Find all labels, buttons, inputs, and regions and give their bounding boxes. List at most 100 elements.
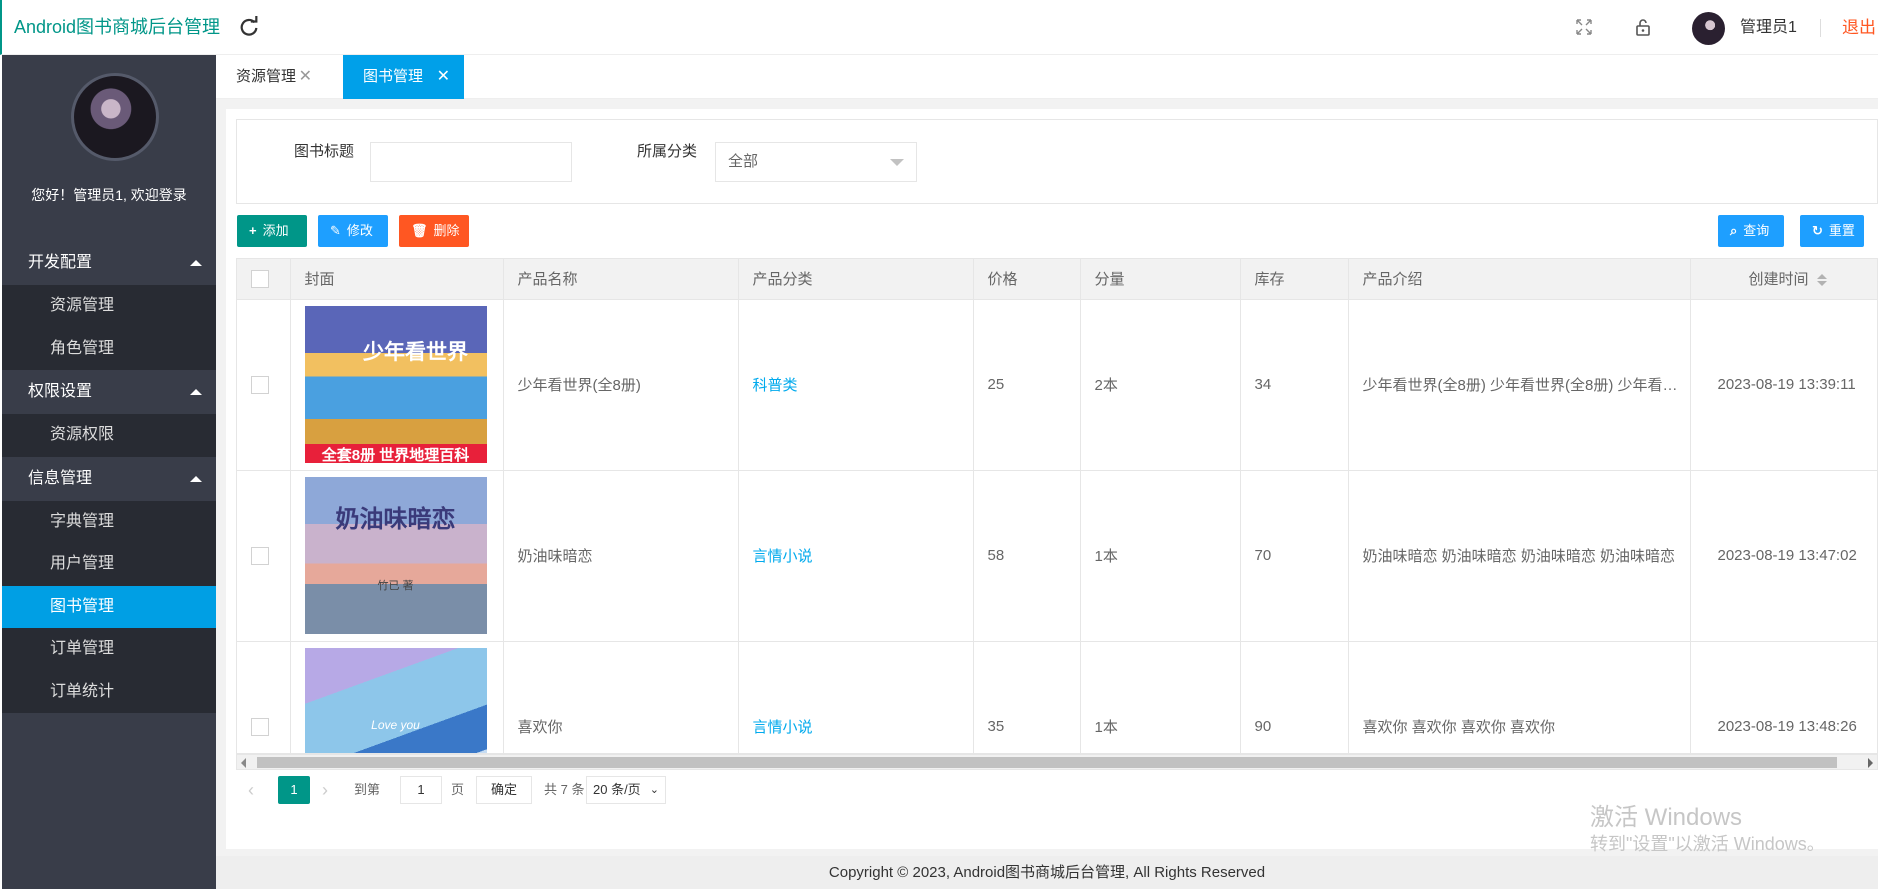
price-cell: 35 bbox=[973, 641, 1081, 753]
book-title-input[interactable] bbox=[370, 142, 572, 182]
price-cell: 58 bbox=[973, 470, 1081, 642]
app-title[interactable]: Android图书商城后台管理 bbox=[14, 0, 220, 55]
goto-page-input[interactable]: 1 bbox=[400, 776, 442, 804]
category-select[interactable]: 全部 bbox=[715, 142, 917, 182]
row-select-cell bbox=[237, 470, 291, 642]
user-avatar[interactable] bbox=[1692, 12, 1725, 45]
row-select-cell bbox=[237, 299, 291, 471]
row-checkbox[interactable] bbox=[251, 375, 269, 394]
tab-label: 图书管理 bbox=[363, 68, 424, 85]
chevron-down-icon bbox=[890, 159, 904, 166]
intro-cell: 奶油味暗恋 奶油味暗恋 奶油味暗恋 奶油味暗恋 bbox=[1348, 470, 1691, 642]
query-button[interactable]: ⌕ 查询 bbox=[1718, 215, 1784, 247]
top-header: Android图书商城后台管理 管理员1 退出 bbox=[0, 0, 1878, 55]
trash-icon: 🗑 bbox=[411, 223, 428, 238]
table-row[interactable]: 少年看世界 全套8册 世界地理百科 少年看世界(全8册) 科普类 25 2本 3… bbox=[237, 299, 1877, 471]
add-button[interactable]: + 添加 bbox=[237, 215, 307, 247]
sidebar: 您好！管理员1, 欢迎登录 开发配置 资源管理 角色管理 权限设置 资源权限 信… bbox=[2, 55, 216, 889]
sidebar-item-role-manage[interactable]: 角色管理 bbox=[2, 327, 216, 370]
query-button-label: 查询 bbox=[1743, 223, 1770, 238]
nav-group-permission[interactable]: 权限设置 bbox=[2, 370, 216, 414]
sidebar-item-user-manage[interactable]: 用户管理 bbox=[2, 543, 216, 586]
horizontal-scrollbar[interactable] bbox=[236, 754, 1878, 770]
filter-form: 图书标题 所属分类 全部 bbox=[236, 119, 1878, 204]
book-title-label: 图书标题 bbox=[294, 143, 355, 160]
scroll-left-icon[interactable] bbox=[241, 758, 246, 768]
page-1-button[interactable]: 1 bbox=[278, 776, 310, 804]
main-content: 图书标题 所属分类 全部 + 添加 ✎ 修改 🗑 删除 ⌕ 查询 ↻ 重置 封面 产品名称 bbox=[216, 99, 1878, 889]
sidebar-item-order-manage[interactable]: 订单管理 bbox=[2, 628, 216, 671]
add-button-label: 添加 bbox=[262, 223, 289, 238]
col-header-category: 产品分类 bbox=[738, 259, 974, 300]
col-header-stock: 库存 bbox=[1240, 259, 1349, 300]
amount-cell: 2本 bbox=[1080, 299, 1241, 471]
nav-group-dev-config[interactable]: 开发配置 bbox=[2, 241, 216, 285]
col-header-name: 产品名称 bbox=[503, 259, 739, 300]
reset-button[interactable]: ↻ 重置 bbox=[1800, 215, 1864, 247]
tab-book-manage[interactable]: 图书管理 ✕ bbox=[343, 55, 464, 99]
book-cover-image[interactable]: 奶油味暗恋 竹已 著 bbox=[304, 477, 487, 634]
col-header-created-label: 创建时间 bbox=[1748, 271, 1809, 289]
category-link[interactable]: 科普类 bbox=[738, 299, 974, 471]
amount-cell: 1本 bbox=[1080, 470, 1241, 642]
table-header-row: 封面 产品名称 产品分类 价格 分量 库存 产品介绍 创建时间 bbox=[237, 259, 1877, 300]
next-page-icon[interactable]: › bbox=[322, 776, 328, 804]
sidebar-item-book-manage[interactable]: 图书管理 bbox=[2, 585, 216, 628]
total-count: 共 7 条 bbox=[544, 782, 585, 797]
fullscreen-icon[interactable] bbox=[1574, 17, 1594, 37]
col-header-amount: 分量 bbox=[1080, 259, 1241, 300]
reset-button-label: 重置 bbox=[1828, 223, 1855, 238]
user-name[interactable]: 管理员1 bbox=[1740, 0, 1797, 55]
prev-page-icon[interactable]: ‹ bbox=[248, 776, 254, 804]
book-cover-image[interactable]: Love you 喜欢你 bbox=[304, 648, 487, 753]
table-row[interactable]: Love you 喜欢你 喜欢你 言情小说 35 1本 90 喜欢你 喜欢你 喜… bbox=[237, 641, 1877, 753]
goto-label: 到第 bbox=[354, 782, 381, 797]
category-link[interactable]: 言情小说 bbox=[738, 470, 974, 642]
select-all-checkbox[interactable] bbox=[251, 269, 269, 288]
col-header-created[interactable]: 创建时间 bbox=[1690, 259, 1877, 300]
table-row[interactable]: 奶油味暗恋 竹已 著 奶油味暗恋 言情小说 58 1本 70 奶油味暗恋 奶油味… bbox=[237, 470, 1877, 642]
scrollbar-thumb[interactable] bbox=[257, 757, 1837, 768]
edit-button[interactable]: ✎ 修改 bbox=[318, 215, 388, 247]
category-link[interactable]: 言情小说 bbox=[738, 641, 974, 753]
chevron-down-icon: ⌄ bbox=[649, 784, 659, 796]
cover-subtitle: Love you bbox=[371, 718, 420, 732]
sort-icon[interactable] bbox=[1816, 274, 1827, 287]
admin-avatar bbox=[71, 73, 159, 161]
caret-up-icon bbox=[190, 389, 202, 395]
col-header-intro: 产品介绍 bbox=[1348, 259, 1691, 300]
page-unit-label: 页 bbox=[451, 782, 465, 797]
refresh-icon[interactable] bbox=[238, 16, 260, 38]
intro-cell: 喜欢你 喜欢你 喜欢你 喜欢你 bbox=[1348, 641, 1691, 753]
page-size-select[interactable]: 20 条/页 ⌄ bbox=[586, 776, 666, 804]
welcome-text: 您好！管理员1, 欢迎登录 bbox=[31, 187, 187, 203]
tab-label: 资源管理 bbox=[236, 68, 297, 85]
delete-button[interactable]: 🗑 删除 bbox=[399, 215, 469, 247]
scroll-right-icon[interactable] bbox=[1868, 758, 1873, 768]
row-checkbox[interactable] bbox=[251, 546, 269, 565]
row-checkbox[interactable] bbox=[251, 717, 269, 736]
logout-link[interactable]: 退出 bbox=[1842, 0, 1876, 55]
edit-button-label: 修改 bbox=[346, 223, 373, 238]
windows-watermark-title: 激活 Windows bbox=[1590, 804, 1743, 831]
reset-icon: ↻ bbox=[1812, 223, 1823, 238]
book-cover-image[interactable]: 少年看世界 全套8册 世界地理百科 bbox=[304, 306, 487, 463]
caret-up-icon bbox=[190, 260, 202, 266]
delete-button-label: 删除 bbox=[433, 223, 460, 238]
sidebar-item-resource-permission[interactable]: 资源权限 bbox=[2, 414, 216, 457]
cover-title: 少年看世界 bbox=[363, 341, 468, 364]
sidebar-item-order-stats[interactable]: 订单统计 bbox=[2, 670, 216, 713]
nav-group-label: 信息管理 bbox=[28, 469, 93, 487]
created-cell: 2023-08-19 13:48:26 bbox=[1690, 641, 1877, 753]
sidebar-item-dict-manage[interactable]: 字典管理 bbox=[2, 500, 216, 543]
tab-resource-manage[interactable]: 资源管理 ✕ bbox=[216, 55, 326, 99]
nav-group-info-manage[interactable]: 信息管理 bbox=[2, 456, 216, 501]
nav-group-label: 权限设置 bbox=[28, 383, 93, 400]
cover-cell: 奶油味暗恋 竹已 著 bbox=[290, 470, 504, 642]
sidebar-item-resource-manage[interactable]: 资源管理 bbox=[2, 285, 216, 328]
close-icon[interactable]: ✕ bbox=[299, 55, 312, 99]
close-icon[interactable]: ✕ bbox=[437, 55, 450, 99]
header-divider bbox=[1820, 19, 1821, 37]
lock-icon[interactable] bbox=[1633, 17, 1653, 37]
confirm-button[interactable]: 确定 bbox=[476, 776, 532, 804]
